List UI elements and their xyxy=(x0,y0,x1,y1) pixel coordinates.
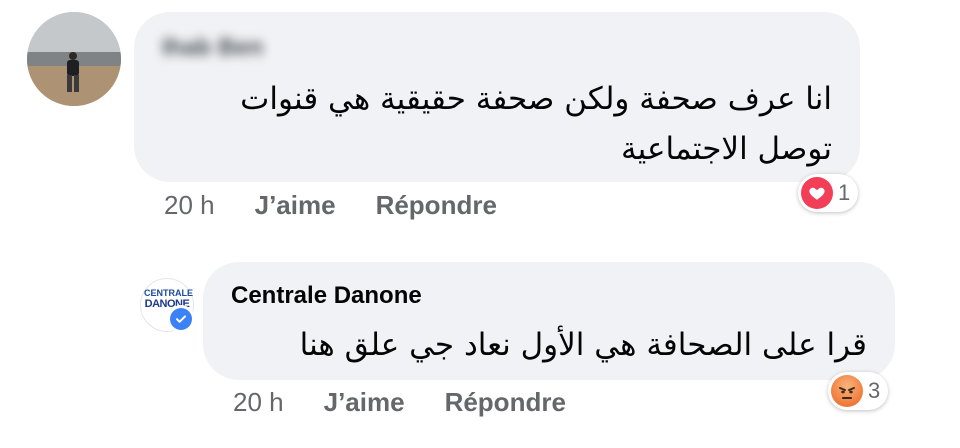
reaction-summary[interactable]: 1 xyxy=(798,174,859,212)
reaction-count: 1 xyxy=(838,180,851,205)
reaction-summary[interactable]: 3 xyxy=(828,372,889,410)
comment-bubble: Ihab Ben انا عرف صحفة ولكن صحفة حقيقية ه… xyxy=(134,12,860,182)
comment-author[interactable]: Centrale Danone xyxy=(231,282,422,310)
angry-face-icon xyxy=(831,375,863,407)
comment-text: انا عرف صحفة ولكن صحفة حقيقية هي قنوات ت… xyxy=(162,74,832,174)
comment-author[interactable]: Ihab Ben xyxy=(162,34,263,62)
comment-timestamp[interactable]: 20 h xyxy=(164,190,215,221)
comment-text-line: انا عرف صحفة ولكن صحفة حقيقية هي قنوات xyxy=(240,81,832,117)
verified-badge-icon xyxy=(167,305,195,333)
reply-button[interactable]: Répondre xyxy=(376,190,497,221)
comment-text: قرا على الصحافة هي الأول نعاد جي علق هنا xyxy=(299,327,867,363)
comment-actions: 20 h J’aime Répondre xyxy=(164,190,497,221)
like-button[interactable]: J’aime xyxy=(255,190,336,221)
reply-button[interactable]: Répondre xyxy=(445,387,566,418)
reply-bubble: Centrale Danone قرا على الصحافة هي الأول… xyxy=(203,262,895,380)
comment-text-line: توصل الاجتماعية xyxy=(621,131,832,167)
like-button[interactable]: J’aime xyxy=(324,387,405,418)
heart-icon xyxy=(801,177,833,209)
reaction-count: 3 xyxy=(868,378,881,403)
comment-timestamp[interactable]: 20 h xyxy=(233,387,284,418)
person-photo-icon xyxy=(27,12,121,106)
avatar[interactable] xyxy=(27,12,121,106)
comment-actions: 20 h J’aime Répondre xyxy=(233,387,566,418)
